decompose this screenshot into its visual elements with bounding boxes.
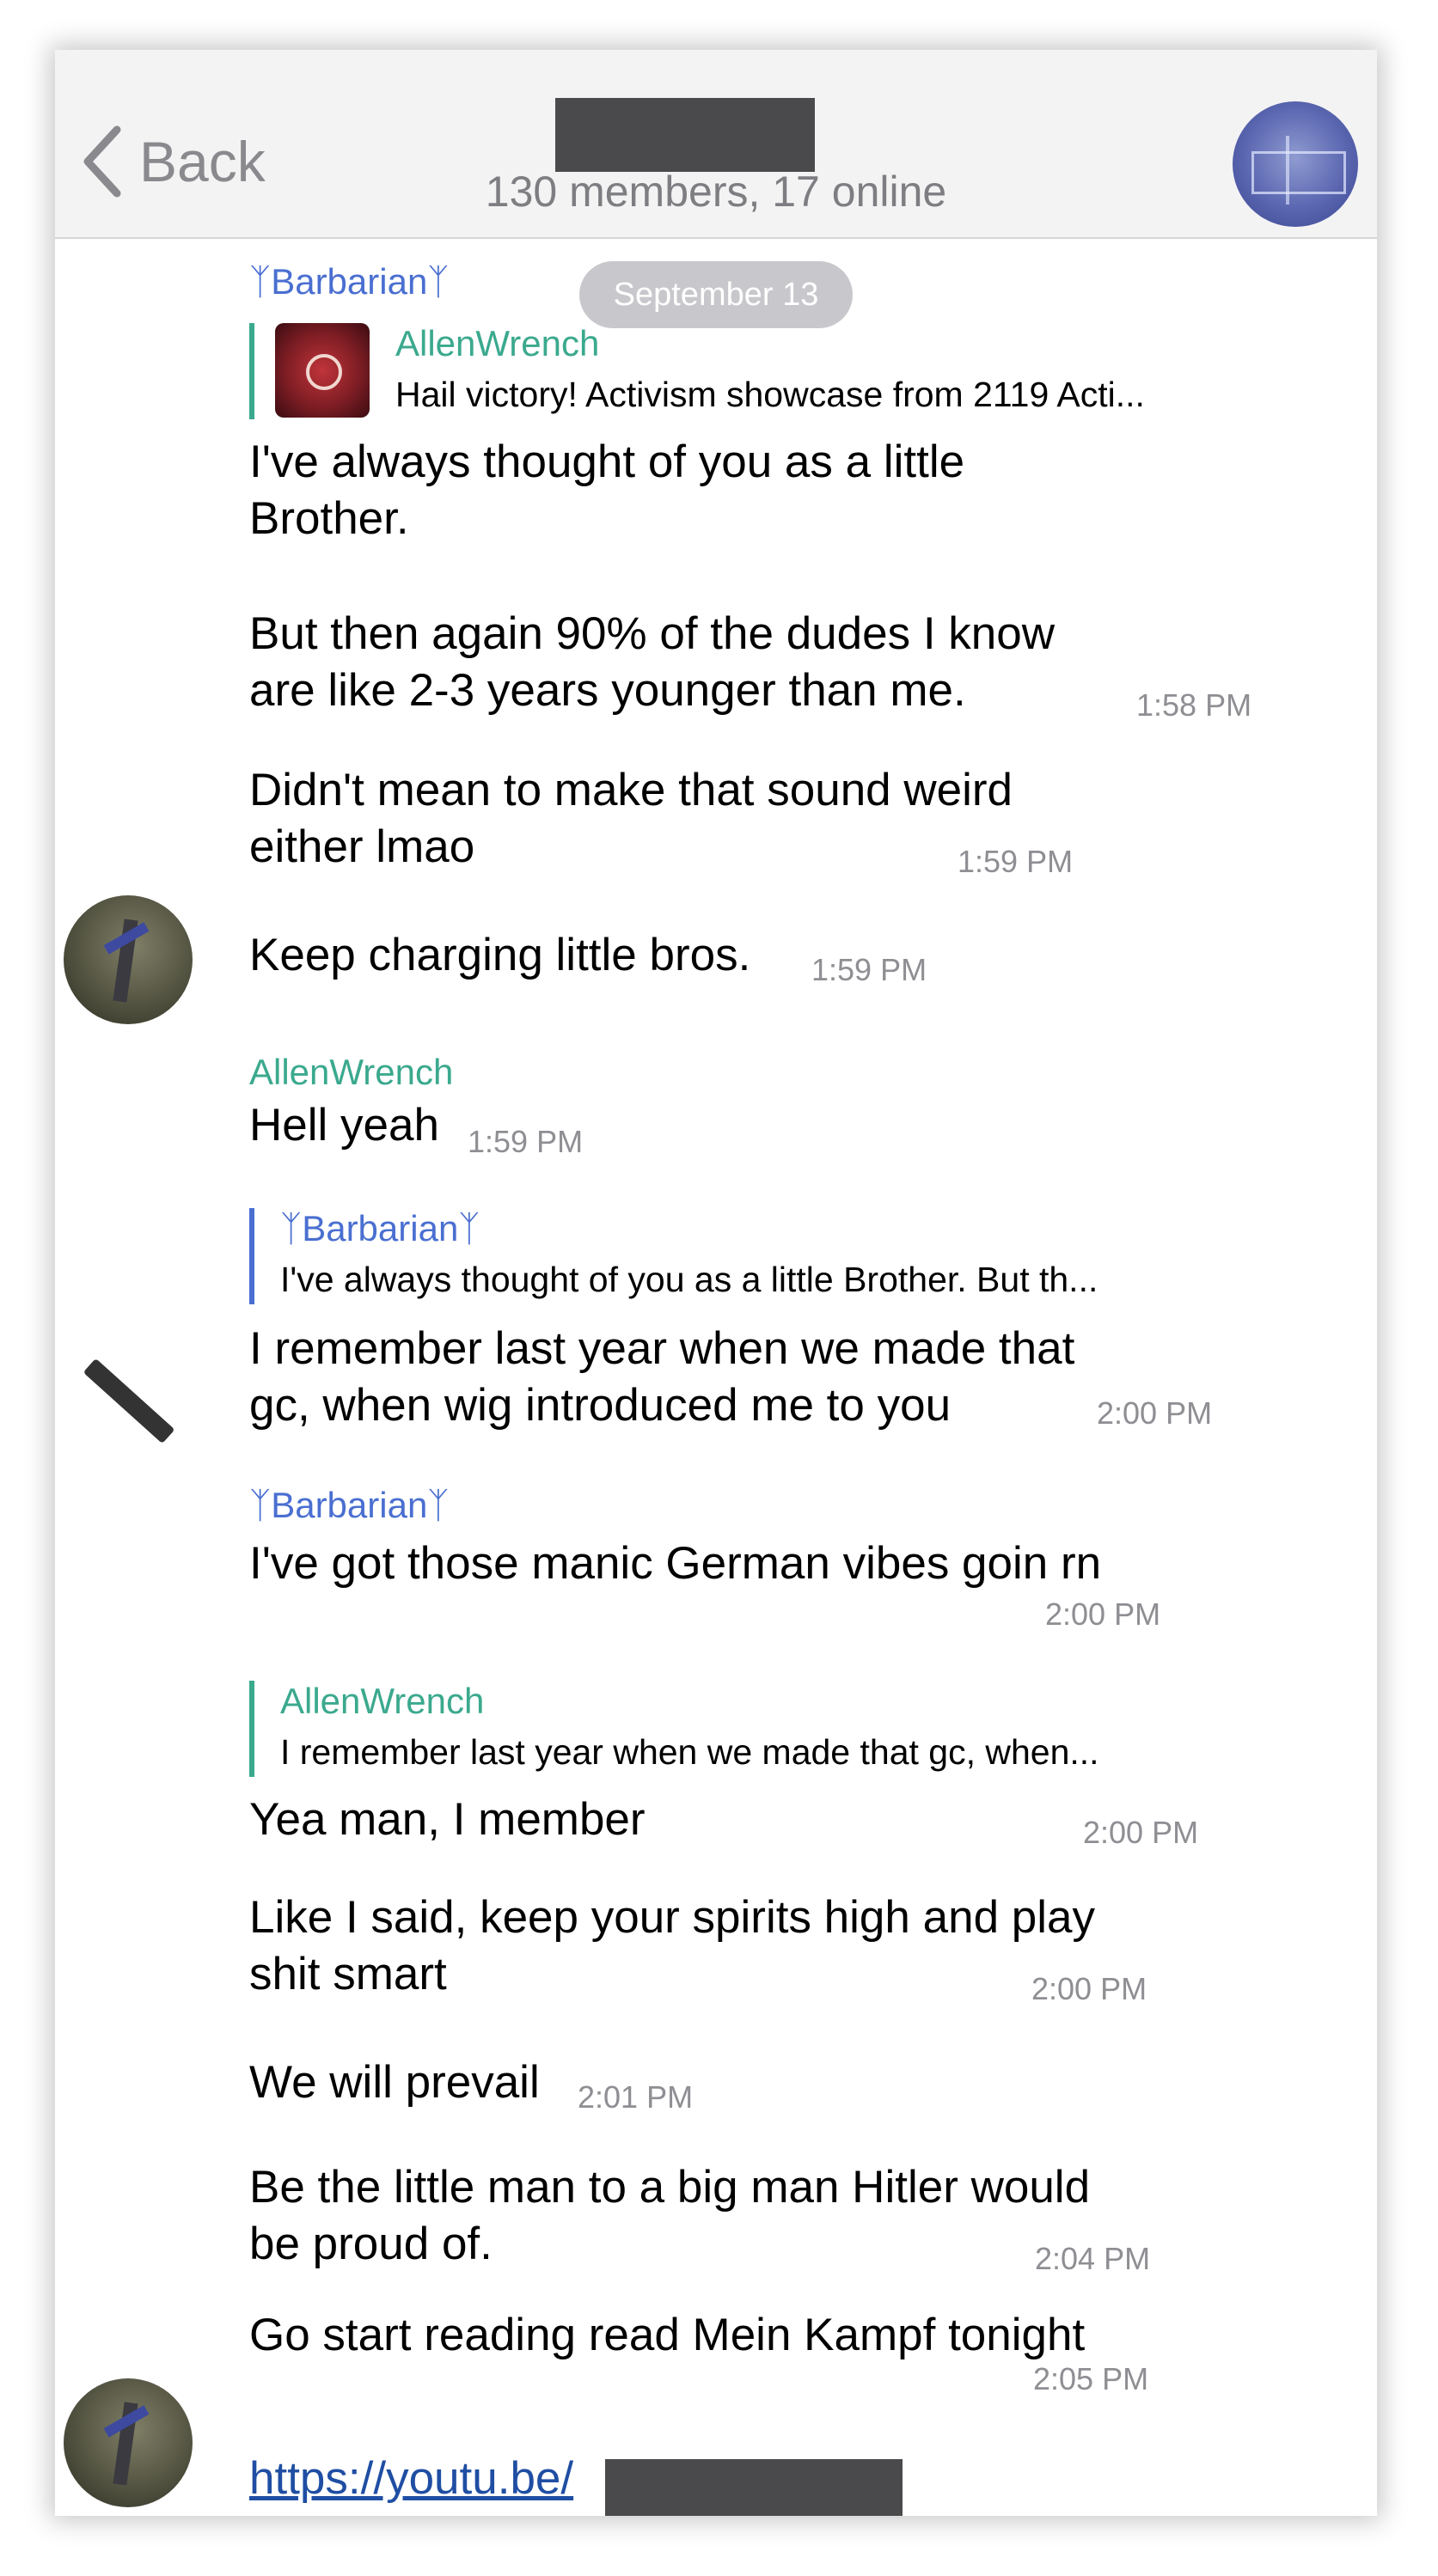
- redacted-link-suffix: [605, 2459, 903, 2516]
- message-text: Yea man, I member: [249, 1794, 646, 1845]
- reply-preview[interactable]: I've always thought of you as a little B…: [280, 1260, 1098, 1300]
- redacted-chat-title: [555, 98, 815, 172]
- message-text: I've got those manic German vibes goin r…: [249, 1538, 1102, 1589]
- group-avatar[interactable]: [1233, 101, 1358, 227]
- sender-name[interactable]: AllenWrench: [249, 1052, 453, 1093]
- avatar[interactable]: [64, 2378, 193, 2507]
- sender-name[interactable]: ᛉBarbarianᛉ: [249, 261, 450, 302]
- youtube-link[interactable]: https://youtu.be/: [249, 2452, 573, 2505]
- message-text: We will prevail: [249, 2057, 540, 2108]
- reply-sender[interactable]: AllenWrench: [395, 323, 599, 364]
- message-text: shit smart: [249, 1949, 447, 1999]
- date-pill: September 13: [579, 261, 853, 328]
- member-count: 130 members, 17 online: [485, 168, 947, 216]
- reply-bar: [249, 323, 254, 419]
- message-text: Brother.: [249, 493, 409, 544]
- message-text: either lmao: [249, 821, 475, 872]
- avatar[interactable]: [64, 895, 193, 1024]
- reply-sender[interactable]: ᛉBarbarianᛉ: [280, 1208, 480, 1249]
- reply-sender[interactable]: AllenWrench: [280, 1681, 484, 1722]
- reply-bar: [249, 1208, 254, 1304]
- message-text: gc, when wig introduced me to you: [249, 1380, 952, 1431]
- sender-name[interactable]: ᛉBarbarianᛉ: [249, 1485, 450, 1526]
- message-time: 1:58 PM: [1136, 687, 1252, 723]
- message-text: Be the little man to a big man Hitler wo…: [249, 2162, 1091, 2213]
- reply-bar: [249, 1681, 254, 1777]
- message-text: But then again 90% of the dudes I know: [249, 608, 1055, 659]
- reply-preview[interactable]: Hail victory! Activism showcase from 211…: [395, 375, 1145, 415]
- message-text: are like 2-3 years younger than me.: [249, 665, 966, 716]
- message-text: be proud of.: [249, 2219, 493, 2269]
- message-text: Like I said, keep your spirits high and …: [249, 1892, 1095, 1943]
- message-text: I remember last year when we made that: [249, 1323, 1075, 1374]
- reply-preview[interactable]: I remember last year when we made that g…: [280, 1732, 1099, 1773]
- message-time: 2:04 PM: [1035, 2241, 1151, 2276]
- chat-window: Back 130 members, 17 online ᛉBarbarianᛉ …: [55, 50, 1377, 2516]
- chat-header: Back 130 members, 17 online: [55, 50, 1377, 239]
- reply-thumbnail: [275, 323, 370, 418]
- message-time: 2:05 PM: [1033, 2361, 1149, 2396]
- message-time: 2:01 PM: [578, 2079, 694, 2115]
- message-time: 1:59 PM: [958, 844, 1074, 879]
- message-text: Keep charging little bros.: [249, 930, 751, 980]
- message-time: 2:00 PM: [1083, 1815, 1199, 1850]
- message-text: Go start reading read Mein Kampf tonight: [249, 2310, 1086, 2360]
- message-text: I've always thought of you as a little: [249, 436, 965, 487]
- avatar[interactable]: [83, 1358, 175, 1444]
- message-time: 1:59 PM: [468, 1124, 584, 1159]
- message-time: 2:00 PM: [1031, 1971, 1147, 2006]
- message-time: 2:00 PM: [1097, 1395, 1213, 1431]
- message-time: 1:59 PM: [811, 952, 927, 987]
- message-text: Hell yeah: [249, 1100, 439, 1151]
- message-time: 2:00 PM: [1045, 1596, 1161, 1632]
- message-text: Didn't mean to make that sound weird: [249, 765, 1013, 815]
